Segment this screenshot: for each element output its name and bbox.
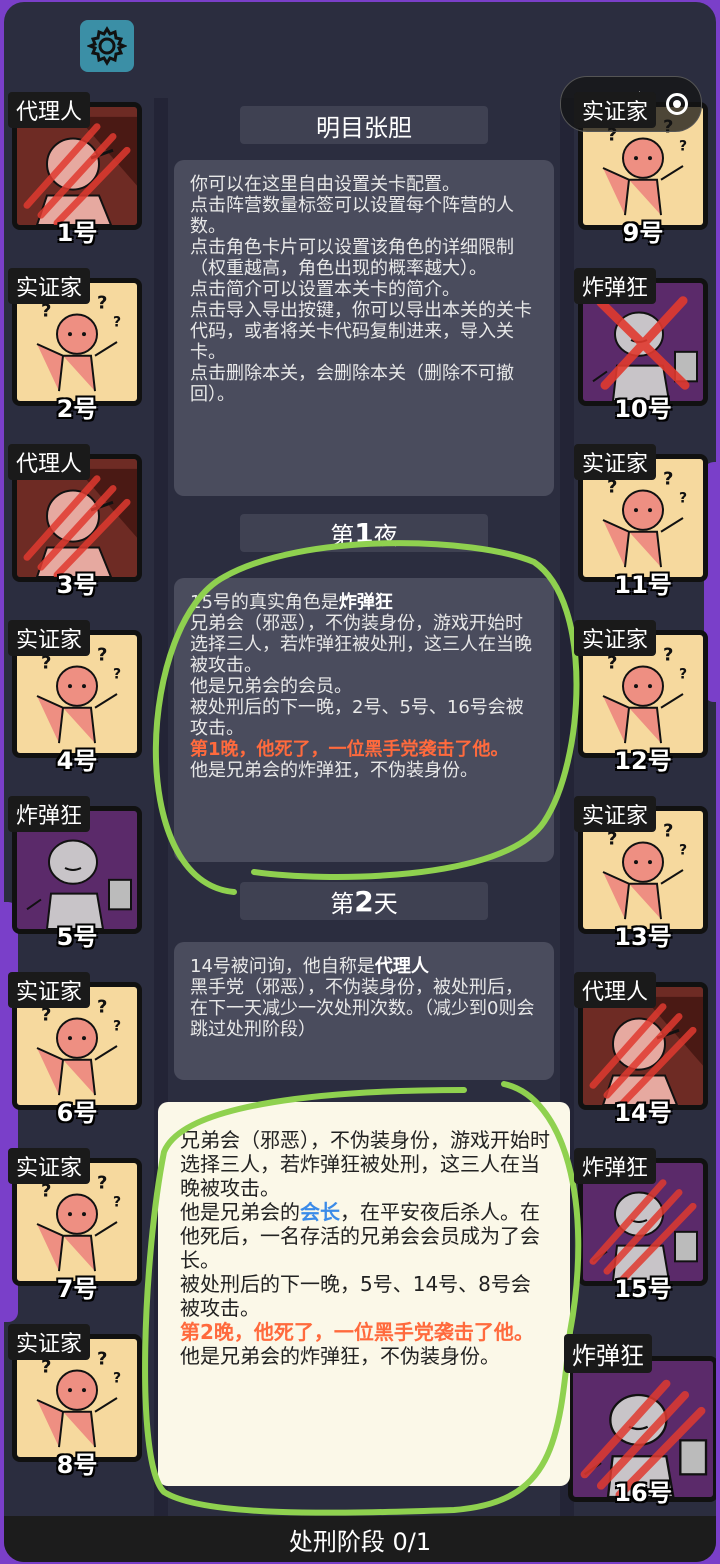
svg-text:?: ? [97,1349,107,1370]
player-card-3[interactable]: 代理人 3号 [8,444,142,599]
svg-text:?: ? [113,1194,121,1210]
player-card-16[interactable]: 炸弹狂 16号 [564,1334,716,1507]
role-tag: 实证家 [574,620,657,656]
player-card-13[interactable]: ??? 实证家 13号 [574,796,708,951]
settings-button[interactable] [80,20,134,72]
svg-text:?: ? [663,469,673,490]
role-tag: 实证家 [574,444,657,480]
svg-text:?: ? [97,1173,107,1194]
player-card-5[interactable]: 炸弹狂 5号 [8,796,142,951]
seat-number: 4号 [56,747,98,775]
player-card-14[interactable]: 代理人 14号 [574,972,708,1127]
role-detail-popup[interactable]: 兄弟会（邪恶），不伪装身份，游戏开始时选择三人，若炸弹狂被处刑，这三人在当晚被攻… [158,1102,570,1486]
player-card-6[interactable]: ??? 实证家 6号 [8,972,142,1127]
role-tag: 炸弹狂 [574,1148,657,1184]
svg-text:?: ? [663,821,673,842]
player-card-7[interactable]: ??? 实证家 7号 [8,1148,142,1303]
svg-text:?: ? [679,138,687,154]
day-2-log: 14号被问询，他自称是代理人 黑手党（邪恶），不伪装身份，被处刑后，在下一天减少… [174,942,554,1080]
svg-text:?: ? [113,1370,121,1386]
night-1-header: 第1夜 [240,514,488,552]
seat-number: 16号 [614,1479,672,1507]
seat-number: 5号 [56,923,98,951]
player-card-10[interactable]: 炸弹狂 10号 [574,268,708,423]
role-tag: 实证家 [8,972,91,1008]
role-tag: 炸弹狂 [564,1334,652,1373]
seat-number: 3号 [56,571,98,599]
role-tag: 代理人 [8,444,91,480]
role-tag: 炸弹狂 [8,796,91,832]
player-card-2[interactable]: ??? 实证家 2号 [8,268,142,423]
level-title[interactable]: 明目张胆 [240,106,488,144]
target-close-icon[interactable] [665,93,688,115]
game-screen: 代理人 1号??? 实证家 2号 代理人 3号??? 实证家 4号 炸弹狂 5号??? 实证家 6号?… [4,2,716,1562]
seat-number: 1号 [56,219,98,247]
player-card-8[interactable]: ??? 实证家 8号 [8,1324,142,1479]
seat-number: 15号 [614,1275,672,1303]
role-tag: 代理人 [8,92,91,128]
role-tag: 实证家 [8,620,91,656]
execution-phase-bar[interactable]: 处刑阶段 0/1 [4,1516,716,1562]
intro-bubble[interactable]: 你可以在这里自由设置关卡配置。 点击阵营数量标签可以设置每个阵营的人数。 点击角… [174,160,554,496]
seat-number: 12号 [614,747,672,775]
role-tag: 实证家 [8,1324,91,1360]
svg-text:?: ? [679,490,687,506]
svg-text:?: ? [97,293,107,314]
svg-text:?: ? [679,842,687,858]
role-tag: 实证家 [574,796,657,832]
seat-number: 13号 [614,923,672,951]
role-tag: 炸弹狂 [574,268,657,304]
svg-text:?: ? [97,645,107,666]
svg-text:?: ? [97,997,107,1018]
svg-text:?: ? [113,1018,121,1034]
svg-text:?: ? [113,314,121,330]
player-card-12[interactable]: ??? 实证家 12号 [574,620,708,775]
seat-number: 14号 [614,1099,672,1127]
seat-number: 6号 [56,1099,98,1127]
gear-icon [87,26,127,66]
seat-number: 8号 [56,1451,98,1479]
svg-text:?: ? [113,666,121,682]
seat-number: 9号 [622,219,664,247]
player-card-1[interactable]: 代理人 1号 [8,92,142,247]
seat-number: 2号 [56,395,98,423]
role-tag: 实证家 [574,92,657,128]
svg-text:?: ? [663,645,673,666]
day-2-header: 第2天 [240,882,488,920]
player-card-4[interactable]: ??? 实证家 4号 [8,620,142,775]
role-tag: 实证家 [8,268,91,304]
seat-number: 10号 [614,395,672,423]
role-tag: 代理人 [574,972,657,1008]
seat-number: 7号 [56,1275,98,1303]
player-card-15[interactable]: 炸弹狂 15号 [574,1148,708,1303]
seat-number: 11号 [614,571,672,599]
role-tag: 实证家 [8,1148,91,1184]
svg-text:?: ? [679,666,687,682]
player-card-11[interactable]: ??? 实证家 11号 [574,444,708,599]
night-1-log: 15号的真实角色是炸弹狂 兄弟会（邪恶），不伪装身份，游戏开始时选择三人，若炸弹… [174,578,554,862]
